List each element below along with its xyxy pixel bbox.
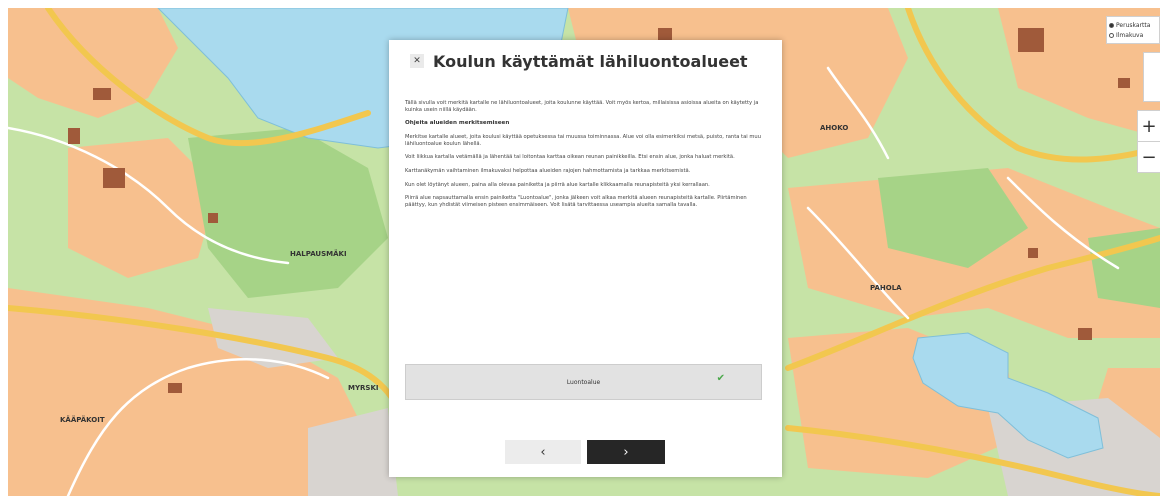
close-icon: ✕ bbox=[413, 56, 421, 66]
dialog-body: Tällä sivulla voit merkitä kartalle ne l… bbox=[405, 100, 765, 215]
map-label: PAHOLA bbox=[870, 284, 902, 292]
map-label: HALPAUSMÄKI bbox=[290, 249, 347, 258]
map-label: KÄÄPÄKOIT bbox=[60, 415, 105, 424]
layer-switcher: Peruskartta Ilmakuva bbox=[1106, 16, 1160, 44]
dialog-navigation: ‹ › bbox=[389, 440, 782, 464]
building bbox=[68, 128, 80, 144]
map-label: MYRSKI bbox=[348, 384, 379, 392]
instruction-paragraph: Merkitse kartalle alueet, joita koulusi … bbox=[405, 134, 761, 147]
instructions-heading: Ohjeita alueiden merkitsemiseen bbox=[405, 120, 510, 127]
building bbox=[103, 168, 125, 188]
building bbox=[1018, 28, 1044, 52]
map-edge-control[interactable] bbox=[1143, 52, 1160, 102]
layer-option-label: Ilmakuva bbox=[1116, 31, 1144, 39]
nature-area-button[interactable]: Luontoalue ✔ bbox=[405, 364, 762, 400]
layer-option-label: Peruskartta bbox=[1116, 21, 1151, 29]
radio-icon[interactable] bbox=[1109, 22, 1114, 28]
building bbox=[208, 213, 218, 223]
radio-icon[interactable] bbox=[1109, 32, 1114, 38]
instruction-dialog: ✕ Koulun käyttämät lähiluontoalueet Täll… bbox=[389, 40, 782, 477]
nature-area-label: Luontoalue bbox=[566, 378, 601, 386]
layer-option-aerial[interactable]: Ilmakuva bbox=[1109, 30, 1157, 40]
instruction-paragraph: Kun olet löytänyt alueen, paina alla ole… bbox=[405, 181, 710, 188]
building bbox=[168, 383, 182, 393]
instruction-paragraph: Piirrä alue napsauttamalla ensin painike… bbox=[405, 195, 747, 208]
building bbox=[658, 28, 672, 40]
app-root: HALPAUSMÄKI AHOKO PAHOLA KÄÄPÄKOIT MYRSK… bbox=[0, 0, 1160, 496]
chevron-right-icon: › bbox=[623, 444, 629, 460]
instruction-paragraph: Karttanäkymän vaihtaminen ilmakuvaksi he… bbox=[405, 167, 691, 174]
check-icon: ✔ bbox=[716, 373, 725, 384]
map-label: AHOKO bbox=[820, 124, 848, 132]
building bbox=[93, 88, 111, 100]
layer-option-basemap[interactable]: Peruskartta bbox=[1109, 20, 1157, 30]
next-button[interactable]: › bbox=[587, 440, 665, 464]
dialog-title: Koulun käyttämät lähiluontoalueet bbox=[433, 52, 748, 71]
building bbox=[1118, 78, 1130, 88]
zoom-control: + − bbox=[1137, 110, 1160, 173]
zoom-in-button[interactable]: + bbox=[1138, 111, 1160, 141]
previous-button[interactable]: ‹ bbox=[505, 440, 581, 464]
building bbox=[1078, 328, 1092, 340]
building bbox=[1028, 248, 1038, 258]
chevron-left-icon: ‹ bbox=[540, 444, 546, 460]
zoom-out-button[interactable]: − bbox=[1138, 141, 1160, 172]
instruction-paragraph: Voit liikkua kartalla vetämällä ja lähen… bbox=[405, 154, 735, 161]
intro-text: Tällä sivulla voit merkitä kartalle ne l… bbox=[405, 100, 759, 113]
close-button[interactable]: ✕ bbox=[410, 54, 424, 68]
